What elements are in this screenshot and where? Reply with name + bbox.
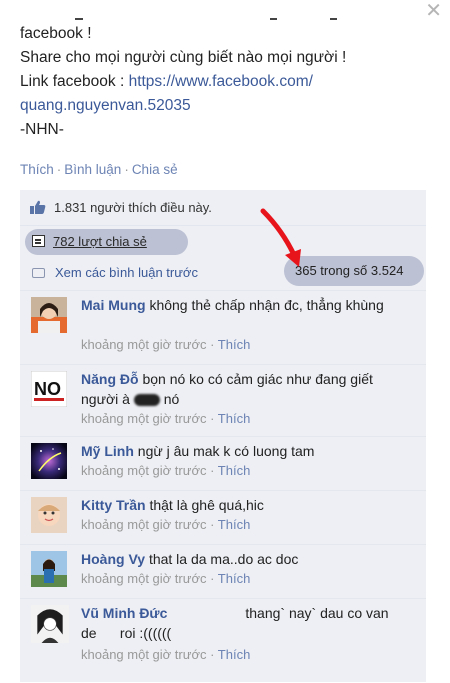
feedback-panel: 1.831 người thích điều này. 782 lượt chi… — [20, 190, 426, 682]
comment-text: that la da ma..do ac doc — [148, 551, 299, 567]
comment-like-link[interactable]: Thích — [218, 647, 251, 662]
comment-time[interactable]: khoảng một giờ trước — [81, 517, 206, 532]
avatar[interactable] — [31, 551, 67, 587]
comment-author[interactable]: Mỹ Linh — [81, 443, 134, 459]
comment-text-end: de roi :(((((( — [81, 625, 172, 641]
censor-mark — [133, 394, 160, 407]
avatar[interactable] — [31, 443, 67, 479]
comment-time[interactable]: khoảng một giờ trước — [81, 411, 206, 426]
post-link-line-2: quang.nguyenvan.52035 — [20, 94, 420, 118]
share-icon — [32, 235, 45, 247]
comment-author[interactable]: Kitty Trần — [81, 497, 146, 513]
comment-meta: khoảng một giờ trước · Thích — [81, 517, 251, 532]
comment-time[interactable]: khoảng một giờ trước — [81, 337, 206, 352]
thumbs-up-icon — [30, 200, 46, 214]
share-action[interactable]: Chia sẻ — [132, 162, 178, 177]
svg-text:NO: NO — [34, 379, 61, 399]
comment-body: Năng Đỗ bọn nó ko có cảm giác như đang g… — [81, 369, 411, 409]
shares-highlight: 782 lượt chia sẻ — [25, 229, 188, 255]
comment-action[interactable]: Bình luận — [64, 162, 121, 177]
post-link-line: Link facebook : https://www.facebook.com… — [20, 70, 420, 94]
comment-body: Mỹ Linh ngừ j âu mak k có luong tam — [81, 441, 411, 461]
comment-item: Mai Mung không thẻ chấp nhận đc, thẳng k… — [20, 290, 426, 352]
post-signature: -NHN- — [20, 121, 64, 138]
post-line: facebook ! — [20, 25, 92, 42]
comment-meta: khoảng một giờ trước · Thích — [81, 463, 251, 478]
comment-bubble-icon — [32, 268, 45, 278]
comment-like-link[interactable]: Thích — [218, 411, 251, 426]
redaction-mark — [330, 18, 337, 20]
comment-meta: khoảng một giờ trước · Thích — [81, 647, 251, 662]
facebook-link-continued[interactable]: quang.nguyenvan.52035 — [20, 97, 191, 114]
post-actions: Thích · Bình luận · Chia sẻ — [20, 162, 178, 177]
redaction-mark — [270, 18, 277, 20]
comment-like-link[interactable]: Thích — [218, 463, 251, 478]
comment-meta: khoảng một giờ trước · Thích — [81, 337, 251, 352]
comment-body: Kitty Trần thật là ghê quá,hic — [81, 495, 411, 515]
link-label: Link facebook : — [20, 73, 129, 90]
avatar[interactable]: NO — [31, 371, 67, 407]
avatar[interactable] — [31, 497, 67, 533]
comment-meta: khoảng một giờ trước · Thích — [81, 411, 251, 426]
redaction-mark — [75, 18, 83, 20]
post-body: facebook ! Share cho mọi người cùng biết… — [20, 22, 420, 142]
view-previous-comments-link[interactable]: Xem các bình luận trước — [55, 265, 198, 280]
close-icon[interactable]: ✕ — [425, 0, 442, 22]
comment-like-link[interactable]: Thích — [218, 337, 251, 352]
comment-author[interactable]: Năng Đỗ — [81, 371, 139, 387]
likes-row: 1.831 người thích điều này. — [20, 190, 426, 226]
comment-text: thang` nay` dau co van — [245, 605, 389, 621]
comment-time[interactable]: khoảng một giờ trước — [81, 571, 206, 586]
comment-body: Vũ Minh Đức thang` nay` dau co van de roi… — [81, 603, 411, 643]
avatar[interactable] — [31, 605, 69, 643]
post-line: Share cho mọi người cùng biết nào mọi ng… — [20, 49, 347, 66]
shares-count-link[interactable]: 782 lượt chia sẻ — [53, 234, 147, 249]
red-arrow-annotation — [260, 208, 301, 267]
comment-like-link[interactable]: Thích — [218, 517, 251, 532]
avatar[interactable] — [31, 297, 67, 333]
comment-author[interactable]: Mai Mung — [81, 297, 146, 313]
comment-item: Kitty Trần thật là ghê quá,hic khoảng mộ… — [20, 490, 426, 533]
comment-author[interactable]: Hoàng Vy — [81, 551, 145, 567]
likes-count[interactable]: 1.831 người thích điều này. — [54, 200, 212, 215]
comment-item: Hoàng Vy that la da ma..do ac doc khoảng… — [20, 544, 426, 587]
comment-text: thật là ghê quá,hic — [149, 497, 264, 513]
comment-time[interactable]: khoảng một giờ trước — [81, 463, 206, 478]
comment-item: Mỹ Linh ngừ j âu mak k có luong tam khoả… — [20, 436, 426, 479]
comment-text: không thẻ chấp nhận đc, thẳng khùng — [149, 297, 384, 313]
comment-text: ngừ j âu mak k có luong tam — [137, 443, 315, 459]
comment-item: Vũ Minh Đức thang` nay` dau co van de roi… — [20, 598, 426, 683]
comment-body: Mai Mung không thẻ chấp nhận đc, thẳng k… — [81, 295, 411, 315]
comment-author[interactable]: Vũ Minh Đức — [81, 605, 167, 621]
comment-text-end: nó — [163, 391, 180, 407]
comment-like-link[interactable]: Thích — [218, 571, 251, 586]
comment-time[interactable]: khoảng một giờ trước — [81, 647, 206, 662]
comment-body: Hoàng Vy that la da ma..do ac doc — [81, 549, 411, 569]
comment-meta: khoảng một giờ trước · Thích — [81, 571, 251, 586]
facebook-link[interactable]: https://www.facebook.com/ — [129, 73, 313, 90]
comment-item: NO Năng Đỗ bọn nó ko có cảm giác như đan… — [20, 364, 426, 426]
like-action[interactable]: Thích — [20, 162, 54, 177]
